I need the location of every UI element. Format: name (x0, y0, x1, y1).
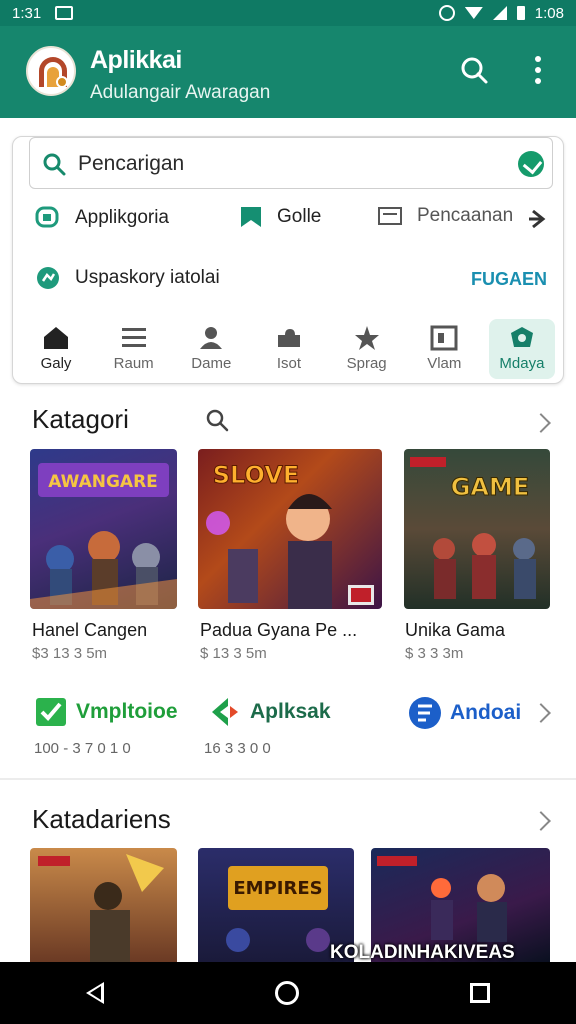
notification-icon (55, 6, 74, 20)
status-time: 1:31 (12, 4, 42, 22)
shield-icon (510, 327, 533, 347)
category-tab-board[interactable]: Vlam (411, 319, 477, 379)
game-title-3[interactable]: Unika Gama (405, 620, 505, 641)
check-badge-icon (36, 698, 66, 726)
quick-link-apps[interactable]: Applikgoria (35, 205, 169, 231)
app-meta-2: 16 3 3 0 0 (204, 740, 271, 757)
arrow-logo-icon (212, 698, 238, 726)
promo-banner-text: KOLADINHAKIVEAS (330, 942, 515, 963)
section-title-categories: Katagori (32, 404, 129, 434)
app-logo[interactable] (26, 46, 76, 96)
svg-text:AWANGARE: AWANGARE (48, 472, 158, 492)
arrow-right-icon[interactable] (527, 207, 551, 231)
section-search-icon[interactable] (205, 408, 229, 432)
home-button[interactable] (274, 981, 299, 1005)
bookmark-icon (241, 207, 261, 227)
section-title-2: Katadariens (32, 804, 171, 834)
app-item-1[interactable]: Vmpltoioe (34, 696, 178, 728)
search-text: Pencarigan (78, 152, 185, 175)
app-bar: Aplikkai Adulangair Awaragan (0, 26, 576, 144)
chat-icon (37, 267, 59, 289)
svg-text:EMPIRES: EMPIRES (233, 878, 322, 899)
home-icon (44, 327, 68, 349)
game-tile-4[interactable] (30, 848, 177, 962)
battery-icon (516, 6, 525, 20)
svg-text:SLOVE: SLOVE (213, 461, 299, 489)
signal-icon (492, 6, 507, 20)
app-meta-1: 100 - 3 7 0 1 0 (34, 740, 131, 757)
search-input[interactable]: Pencarigan (29, 137, 553, 189)
recents-button[interactable] (470, 983, 491, 1003)
game-meta-3: $ 3 3 3m (405, 645, 464, 662)
game-meta-2: $ 13 3 5m (200, 645, 267, 662)
game-title-1[interactable]: Hanel Cangen (32, 620, 147, 641)
voice-search-icon[interactable] (518, 151, 544, 177)
quick-link-search[interactable]: Pencaanan (377, 205, 513, 227)
game-art-4 (38, 854, 164, 962)
search-action-icon[interactable] (458, 54, 490, 86)
alarm-icon (438, 5, 455, 21)
list-icon (378, 207, 402, 225)
category-tabs: Galy Raum Dame Isot Sprag Vlam Mdaya (23, 319, 555, 381)
game-art-3: GAME (410, 457, 536, 599)
search-card: Pencarigan Applikgoria Golle Pencaanan U… (12, 136, 564, 384)
android-logo-icon (409, 697, 441, 729)
more-options-icon[interactable] (530, 56, 546, 84)
svg-text:GAME: GAME (451, 473, 530, 501)
app-subtitle: Adulangair Awaragan (90, 82, 271, 103)
app-title: Aplikkai (90, 46, 182, 74)
back-button[interactable] (85, 982, 104, 1004)
row2-action-link[interactable]: FUGAEN (471, 269, 547, 290)
menu-icon (121, 328, 146, 347)
puzzle-icon (277, 329, 300, 347)
game-art-2: SLOVE (206, 461, 374, 609)
status-right-time: 1:08 (534, 4, 564, 22)
section2-more-chevron[interactable] (531, 811, 551, 831)
category-tab-puzzle[interactable]: Isot (256, 319, 322, 379)
apps-icon (35, 206, 59, 228)
category-tab-people[interactable]: Dame (178, 319, 244, 379)
search-icon (43, 153, 66, 176)
app-item-3[interactable]: Andoai (408, 696, 521, 730)
section-more-chevron[interactable] (531, 413, 551, 433)
board-icon (430, 325, 458, 351)
game-tile-2[interactable]: SLOVE (198, 449, 382, 609)
status-bar: 1:31 1:08 (0, 0, 576, 26)
app-item-2[interactable]: Aplksak (208, 696, 331, 728)
wifi-icon (464, 7, 483, 19)
recent-updates-row[interactable]: Uspaskory iatolai (35, 265, 220, 291)
category-tab-home[interactable]: Galy (23, 319, 89, 379)
game-art-1: AWANGARE (30, 463, 177, 609)
star-icon (354, 326, 379, 350)
category-tab-star[interactable]: Sprag (334, 319, 400, 379)
game-title-2[interactable]: Padua Gyana Pe ... (200, 620, 357, 641)
people-icon (200, 327, 223, 349)
category-tab-more[interactable]: Mdaya (488, 319, 555, 379)
quick-link-games[interactable]: Golle (239, 205, 321, 229)
category-tab-menu[interactable]: Raum (101, 319, 167, 379)
game-tile-1[interactable]: AWANGARE (30, 449, 177, 609)
game-tile-3[interactable]: GAME (404, 449, 550, 609)
section-divider (0, 778, 576, 780)
game-meta-1: $3 13 3 5m (32, 645, 108, 662)
system-nav-bar (0, 962, 576, 1024)
apps-more-chevron[interactable] (531, 703, 551, 723)
